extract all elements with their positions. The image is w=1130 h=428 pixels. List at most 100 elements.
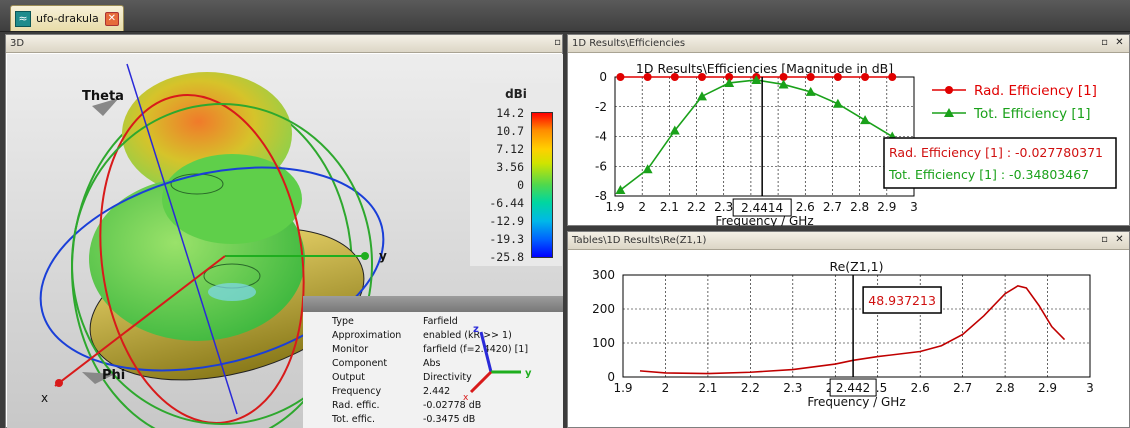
y-tick-label: -4 — [595, 130, 607, 144]
info-key: Approximation — [332, 330, 402, 341]
impedance-chart[interactable]: 1.922.12.22.32.42.52.62.72.82.9330020010… — [568, 251, 1129, 428]
plot-area — [622, 274, 1091, 378]
x-axis-label: x — [41, 391, 48, 405]
info-key: Rad. effic. — [332, 400, 380, 411]
farfield-3d-view[interactable]: Theta Phi y x dBi 14.2 10.7 7.12 3.56 0 -6.44… — [7, 54, 563, 428]
close-icon[interactable]: ✕ — [104, 11, 119, 26]
close-icon[interactable]: ✕ — [1114, 38, 1125, 49]
triad-z-label: z — [473, 324, 479, 335]
triad-z-axis — [479, 331, 493, 373]
orientation-triad: z y x — [463, 324, 532, 400]
x-tick-label: 3 — [910, 200, 918, 214]
info-key: Output — [332, 372, 365, 383]
triad-x-label: x — [463, 393, 469, 400]
data-point — [833, 73, 842, 81]
restore-icon[interactable]: ▫ — [1099, 235, 1110, 246]
data-point — [888, 73, 897, 81]
legend-label: Rad. Efficiency [1] — [974, 83, 1097, 99]
y-tick-label: -6 — [595, 159, 607, 173]
panel-eff-title: 1D Results\Efficiencies — [568, 35, 1129, 53]
marker-readout: 2.4414 — [741, 201, 783, 215]
x-tick-label: 1.9 — [605, 200, 624, 214]
info-value: Abs — [423, 358, 441, 369]
chart-title: Re(Z1,1) — [829, 259, 883, 274]
panel-impedance: Tables\1D Results\Re(Z1,1) ▫ ✕ 1.9 2 2.1 2.… — [567, 231, 1130, 428]
tooltip-rad: Rad. Efficiency [1] : -0.027780371 — [889, 145, 1103, 160]
x-tick-label: 2.6 — [911, 381, 930, 395]
panel-3d-title-text: 3D — [10, 38, 25, 49]
y-tick-label: -8 — [595, 189, 607, 203]
x-axis-title: Frequency / GHz — [807, 395, 905, 409]
efficiency-chart[interactable]: 1.922.12.22.32.42.52.62.72.82.930-2-4-6-… — [568, 54, 1129, 226]
x-tick-label: 2.8 — [850, 200, 869, 214]
triad-x-axis — [469, 370, 493, 394]
info-key: Tot. effic. — [332, 414, 376, 425]
x-tick-label: 2.2 — [741, 381, 760, 395]
panel-3d: 3D ▫ Theta Phi y x dBi 14.2 10.7 7.12 3.… — [5, 34, 563, 428]
data-point — [697, 73, 706, 81]
info-key: Monitor — [332, 344, 369, 355]
x-tick-label: 2 — [662, 381, 670, 395]
document-tab-bar: ≈ ufo-drakula ✕ — [0, 0, 1130, 32]
legend-tick: -12.9 — [489, 214, 524, 228]
project-tab-label: ufo-drakula — [36, 12, 99, 25]
info-key: Type — [332, 316, 354, 327]
x-tick-label: 2.3 — [714, 200, 733, 214]
legend-tick: 3.56 — [496, 160, 524, 174]
legend-label: Tot. Efficiency [1] — [973, 106, 1091, 122]
legend-tick: 0 — [517, 178, 524, 192]
legend-tick: 14.2 — [496, 106, 524, 120]
x-tick-label: 2.1 — [660, 200, 679, 214]
info-row: Rad. effic. -0.02778 dB — [303, 400, 563, 414]
project-tab[interactable]: ≈ ufo-drakula ✕ — [10, 5, 124, 31]
info-key: Component — [332, 358, 388, 369]
legend-tick: 10.7 — [496, 124, 524, 138]
restore-icon[interactable]: ▫ — [1099, 38, 1110, 49]
info-value: -0.3475 dB — [423, 414, 476, 425]
data-point — [861, 73, 870, 81]
x-tick-label: 2.9 — [1038, 381, 1057, 395]
panel-eff-title-text: 1D Results\Efficiencies — [572, 38, 686, 49]
x-tick-label: 2.9 — [877, 200, 896, 214]
x-tick-label: 3 — [1086, 381, 1094, 395]
colormap-legend: dBi 14.2 10.7 7.12 3.56 0 -6.44 -12.9 -19.3 -25.… — [470, 83, 562, 266]
phi-label: Phi — [102, 368, 125, 383]
panel-efficiencies: 1D Results\Efficiencies ▫ ✕ 1.9 2 2.1 2.2 2.… — [567, 34, 1130, 226]
maximize-icon[interactable]: ▫ — [552, 38, 563, 49]
y-tick-label: 0 — [599, 70, 607, 84]
lobe-core — [208, 283, 256, 301]
info-value: Farfield — [423, 316, 458, 327]
y-tick-label: 200 — [592, 302, 615, 316]
info-key: Frequency — [332, 386, 382, 397]
x-tick-label: 2.2 — [687, 200, 706, 214]
y-tick-label: -2 — [595, 100, 607, 114]
y-tick-label: 0 — [607, 370, 615, 384]
y-tick-label: 300 — [592, 268, 615, 282]
farfield-info-box: Type Farfield Approximation enabled (kR >> … — [303, 296, 563, 428]
tooltip-tot: Tot. Efficiency [1] : -0.34803467 — [888, 167, 1089, 182]
x-tick-label: 2.7 — [823, 200, 842, 214]
y-axis-label: y — [379, 249, 387, 263]
data-point — [643, 73, 652, 81]
marker-readout: 2.442 — [836, 381, 870, 395]
theta-label: Theta — [82, 89, 124, 104]
legend-tick: 7.12 — [496, 142, 524, 156]
x-tick-label: 2.6 — [796, 200, 815, 214]
y-axis-handle[interactable] — [361, 252, 369, 260]
panel-z-title: Tables\1D Results\Re(Z1,1) — [568, 232, 1129, 250]
x-tick-label: 2.1 — [698, 381, 717, 395]
info-row: Tot. effic. -0.3475 dB — [303, 414, 563, 428]
x-tick-label: 2.7 — [953, 381, 972, 395]
panel-z-title-text: Tables\1D Results\Re(Z1,1) — [572, 235, 707, 246]
x-tick-label: 2.8 — [996, 381, 1015, 395]
tooltip-value: 48.937213 — [868, 293, 936, 308]
data-point — [616, 73, 625, 81]
panel-3d-title: 3D — [6, 35, 562, 53]
info-value: 2.442 — [423, 386, 451, 397]
colormap-bar — [531, 112, 553, 258]
x-axis-handle[interactable] — [55, 379, 63, 387]
x-tick-label: 2.3 — [783, 381, 802, 395]
close-icon[interactable]: ✕ — [1114, 235, 1125, 246]
x-tick-label: 2 — [638, 200, 646, 214]
y-tick-label: 100 — [592, 336, 615, 350]
